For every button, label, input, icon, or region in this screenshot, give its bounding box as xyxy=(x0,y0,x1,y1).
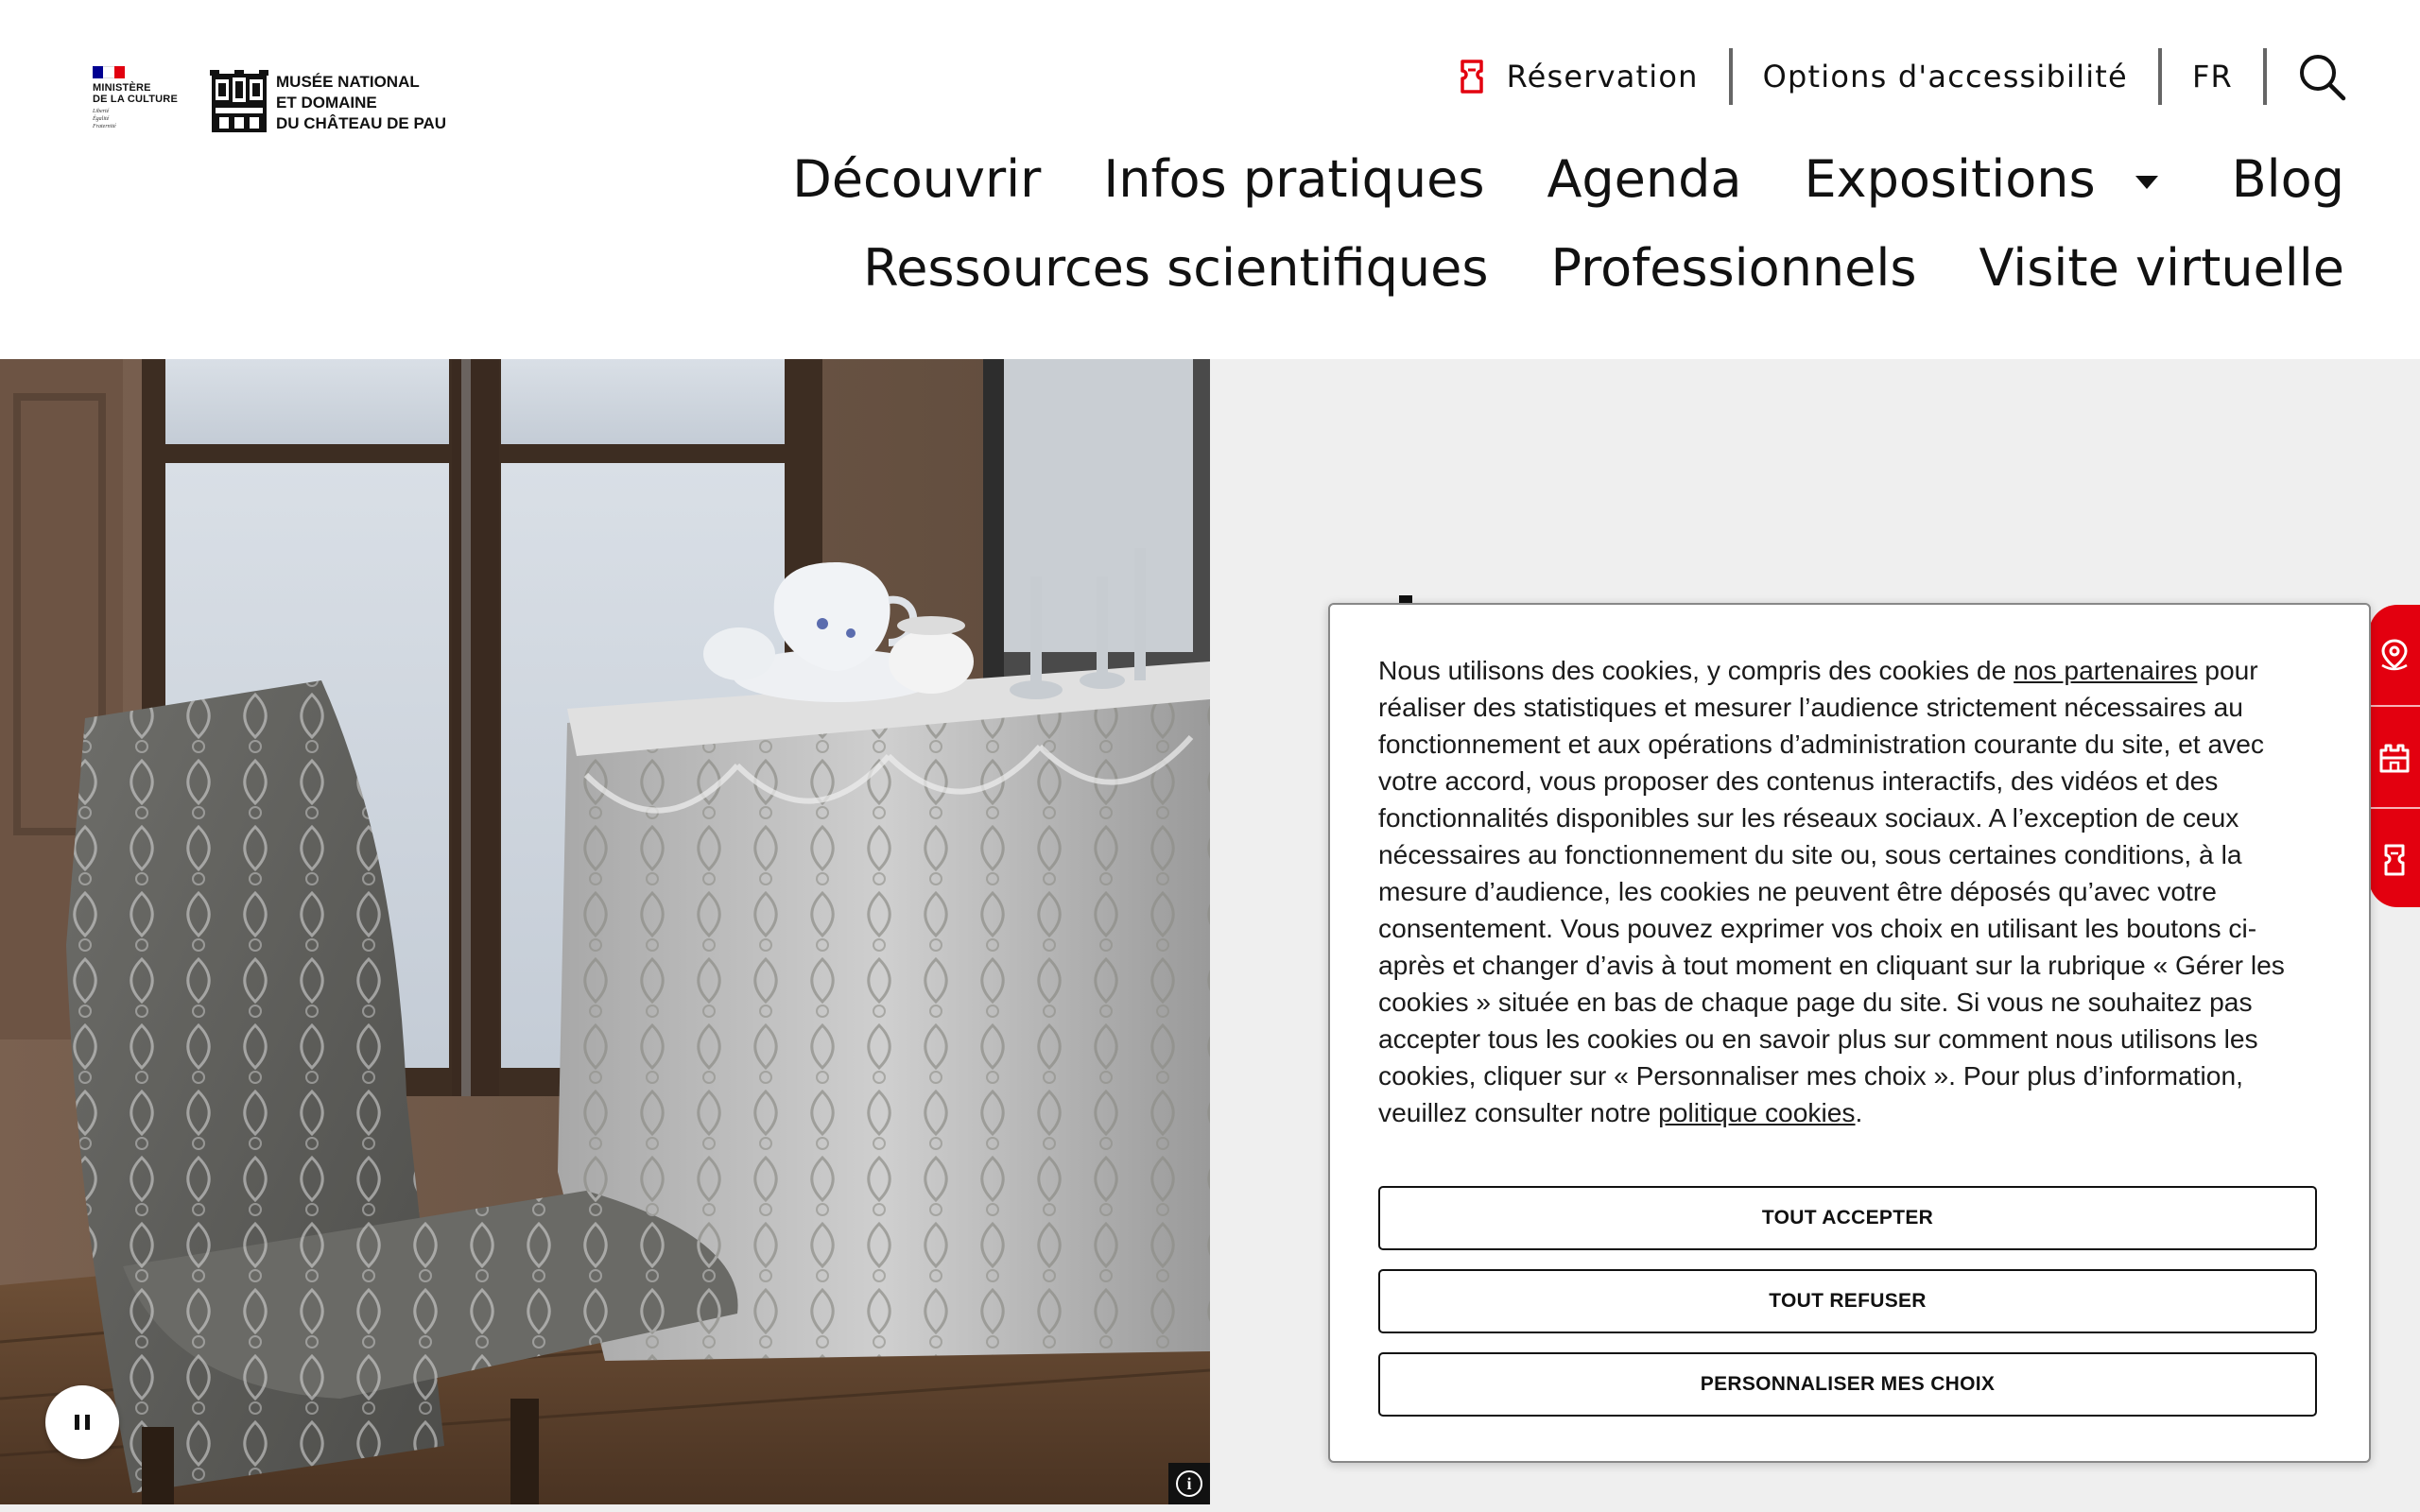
room-interior-image xyxy=(0,359,1210,1504)
cookie-text-part-2: pour réaliser des statistiques et mesure… xyxy=(1378,655,2285,1127)
nav-decouvrir[interactable]: Découvrir xyxy=(792,149,1041,209)
cookie-text-part-1: Nous utilisons des cookies, y compris de… xyxy=(1378,655,2014,685)
divider xyxy=(2263,48,2267,105)
castle-icon xyxy=(2379,744,2410,773)
side-tab-location[interactable] xyxy=(2369,605,2420,707)
slideshow-pause-button[interactable] xyxy=(45,1385,119,1459)
customize-choices-button[interactable]: PERSONNALISER MES CHOIX xyxy=(1378,1352,2317,1417)
language-selector[interactable]: FR xyxy=(2192,59,2233,94)
nav-expositions-label: Expositions xyxy=(1804,149,2096,209)
floating-side-tabs xyxy=(2369,605,2420,907)
musee-chateau-pau-logo[interactable]: MUSÉE NATIONAL ET DOMAINE DU CHÂTEAU DE … xyxy=(210,70,446,136)
nav-agenda[interactable]: Agenda xyxy=(1547,149,1741,209)
site-header: MINISTÈRE DE LA CULTURE Liberté Égalité … xyxy=(0,0,2420,359)
accept-all-button[interactable]: TOUT ACCEPTER xyxy=(1378,1186,2317,1250)
french-flag-icon xyxy=(93,66,125,78)
pause-icon-bar xyxy=(85,1415,90,1430)
ticket-icon xyxy=(1460,60,1483,94)
cookie-consent-dialog: Nous utilisons des cookies, y compris de… xyxy=(1328,603,2371,1463)
main-nav-row-2: Ressources scientifiques Professionnels … xyxy=(863,238,2344,298)
musee-name: MUSÉE NATIONAL ET DOMAINE DU CHÂTEAU DE … xyxy=(276,73,447,132)
cookie-text-part-3: . xyxy=(1855,1097,1863,1127)
pause-icon xyxy=(75,1415,79,1430)
language-label: FR xyxy=(2191,59,2233,94)
chateau-logo-icon xyxy=(210,70,268,136)
partners-link[interactable]: nos partenaires xyxy=(2014,655,2197,685)
info-icon: i xyxy=(1176,1470,1202,1497)
cookie-policy-link[interactable]: politique cookies xyxy=(1658,1097,1855,1127)
main-nav-row-1: Découvrir Infos pratiques Agenda Exposit… xyxy=(792,149,2344,209)
utility-bar: Réservation Options d'accessibilité FR xyxy=(1458,47,2346,106)
hero-title-fragment xyxy=(1399,595,1412,603)
cookie-notice-text: Nous utilisons des cookies, y compris de… xyxy=(1378,652,2320,1131)
accessibility-label: Options d'accessibilité xyxy=(1762,59,2128,94)
nav-expositions[interactable]: Expositions xyxy=(1805,149,2169,209)
chevron-down-icon xyxy=(2135,175,2158,189)
ministere-motto: Liberté Égalité Fraternité xyxy=(93,109,116,129)
accessibility-options-link[interactable]: Options d'accessibilité xyxy=(1763,59,2128,94)
ministere-culture-logo[interactable]: MINISTÈRE DE LA CULTURE Liberté Égalité … xyxy=(93,66,197,130)
side-tab-ticket[interactable] xyxy=(2369,809,2420,911)
divider xyxy=(1728,48,1733,105)
ticket-icon xyxy=(2384,844,2405,876)
side-tab-chateau[interactable] xyxy=(2369,707,2420,809)
reservation-link[interactable]: Réservation xyxy=(1458,59,1699,94)
search-icon xyxy=(2300,55,2346,101)
hero-photo: i xyxy=(0,359,1210,1504)
image-credits-button[interactable]: i xyxy=(1168,1463,1210,1504)
nav-blog[interactable]: Blog xyxy=(2232,149,2344,209)
nav-infos-pratiques[interactable]: Infos pratiques xyxy=(1103,149,1484,209)
logos: MINISTÈRE DE LA CULTURE Liberté Égalité … xyxy=(93,66,446,136)
nav-professionnels[interactable]: Professionnels xyxy=(1551,238,1917,298)
nav-ressources-scientifiques[interactable]: Ressources scientifiques xyxy=(863,238,1488,298)
reservation-label: Réservation xyxy=(1506,59,1699,94)
nav-visite-virtuelle[interactable]: Visite virtuelle xyxy=(1979,238,2344,298)
divider xyxy=(2157,48,2162,105)
ministere-name: MINISTÈRE DE LA CULTURE xyxy=(93,82,178,105)
refuse-all-button[interactable]: TOUT REFUSER xyxy=(1378,1269,2317,1333)
location-pin-icon xyxy=(2381,639,2408,671)
search-button[interactable] xyxy=(2297,52,2346,101)
